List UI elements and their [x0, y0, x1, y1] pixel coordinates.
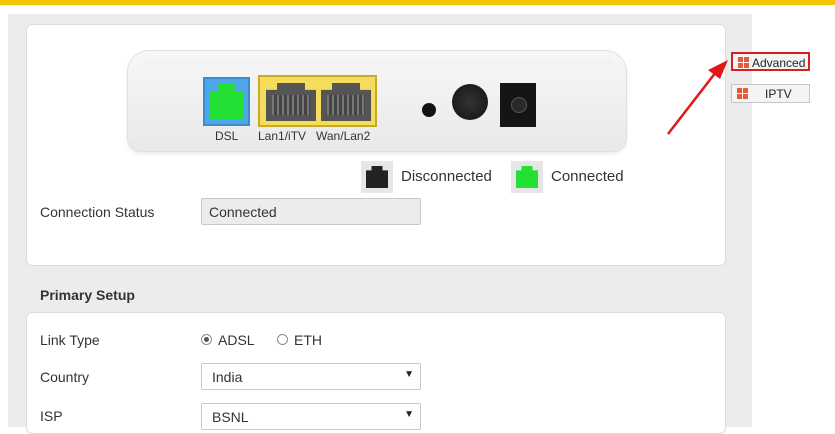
annotation-arrow-icon: [667, 60, 728, 135]
